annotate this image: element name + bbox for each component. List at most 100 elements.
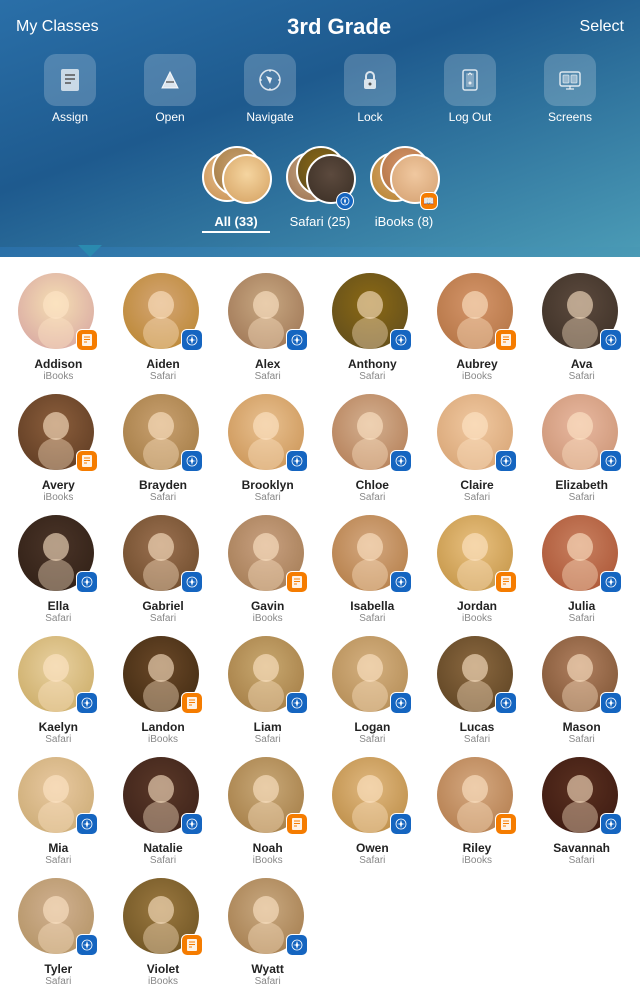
student-app-badge	[286, 329, 308, 351]
student-name: Ella	[48, 599, 69, 613]
student-app-badge	[600, 692, 622, 714]
student-item[interactable]: Julia Safari	[531, 515, 632, 624]
student-avatar-wrap	[228, 515, 308, 595]
student-item[interactable]: Mia Safari	[8, 757, 109, 866]
student-name: Anthony	[348, 357, 397, 371]
app-container: My Classes 3rd Grade Select Assign	[0, 0, 640, 995]
logout-label: Log Out	[449, 110, 492, 124]
student-item[interactable]: Savannah Safari	[531, 757, 632, 866]
student-name: Wyatt	[251, 962, 283, 976]
student-name: Violet	[147, 962, 179, 976]
student-app-badge	[181, 450, 203, 472]
student-app-label: iBooks	[462, 855, 492, 866]
lock-label: Lock	[357, 110, 382, 124]
student-avatar-wrap	[228, 757, 308, 837]
filter-all[interactable]: All (33)	[202, 142, 270, 233]
student-item[interactable]: Natalie Safari	[113, 757, 214, 866]
student-item[interactable]: Wyatt Safari	[217, 878, 318, 987]
student-item[interactable]: Violet iBooks	[113, 878, 214, 987]
toolbar-open[interactable]: Open	[140, 54, 200, 124]
student-avatar-wrap	[542, 515, 622, 595]
student-item[interactable]: Anthony Safari	[322, 273, 423, 382]
student-item[interactable]: Landon iBooks	[113, 636, 214, 745]
student-avatar-wrap	[542, 636, 622, 716]
my-classes-button[interactable]: My Classes	[16, 18, 99, 36]
student-app-label: Safari	[150, 492, 176, 503]
student-item[interactable]: Ava Safari	[531, 273, 632, 382]
student-item[interactable]: Chloe Safari	[322, 394, 423, 503]
student-avatar-wrap	[437, 394, 517, 474]
student-app-label: Safari	[569, 371, 595, 382]
student-app-badge	[390, 813, 412, 835]
student-avatar-wrap	[123, 394, 203, 474]
toolbar-lock[interactable]: Lock	[340, 54, 400, 124]
student-name: Addison	[34, 357, 82, 371]
student-name: Noah	[253, 841, 283, 855]
student-item[interactable]: Mason Safari	[531, 636, 632, 745]
header: My Classes 3rd Grade Select Assign	[0, 0, 640, 247]
student-app-label: Safari	[569, 734, 595, 745]
student-app-badge	[495, 692, 517, 714]
student-item[interactable]: Kaelyn Safari	[8, 636, 109, 745]
student-app-label: Safari	[150, 371, 176, 382]
student-item[interactable]: Owen Safari	[322, 757, 423, 866]
student-item[interactable]: Logan Safari	[322, 636, 423, 745]
student-app-label: Safari	[359, 734, 385, 745]
student-app-badge	[390, 692, 412, 714]
student-item[interactable]: Claire Safari	[427, 394, 528, 503]
student-item[interactable]: Ella Safari	[8, 515, 109, 624]
student-item[interactable]: Aubrey iBooks	[427, 273, 528, 382]
student-avatar-wrap	[18, 757, 98, 837]
student-app-badge	[600, 329, 622, 351]
student-item[interactable]: Noah iBooks	[217, 757, 318, 866]
student-avatar-wrap	[18, 636, 98, 716]
student-app-label: Safari	[359, 613, 385, 624]
student-name: Natalie	[143, 841, 182, 855]
student-item[interactable]: Elizabeth Safari	[531, 394, 632, 503]
filter-ibooks-label: iBooks (8)	[375, 214, 434, 229]
student-app-label: Safari	[569, 855, 595, 866]
student-app-label: Safari	[464, 734, 490, 745]
student-item[interactable]: Riley iBooks	[427, 757, 528, 866]
student-app-badge	[181, 692, 203, 714]
student-item[interactable]: Aiden Safari	[113, 273, 214, 382]
student-avatar-wrap	[542, 394, 622, 474]
student-avatar-wrap	[228, 636, 308, 716]
student-avatar-wrap	[542, 757, 622, 837]
filter-ibooks[interactable]: 📖 iBooks (8)	[370, 142, 438, 233]
student-item[interactable]: Addison iBooks	[8, 273, 109, 382]
student-app-badge	[76, 329, 98, 351]
student-item[interactable]: Liam Safari	[217, 636, 318, 745]
student-app-label: iBooks	[462, 371, 492, 382]
student-app-label: Safari	[150, 855, 176, 866]
filter-safari[interactable]: Safari (25)	[286, 142, 354, 233]
student-app-badge	[495, 571, 517, 593]
student-avatar-wrap	[437, 757, 517, 837]
toolbar-assign[interactable]: Assign	[40, 54, 100, 124]
toolbar-logout[interactable]: Log Out	[440, 54, 500, 124]
navigate-icon	[244, 54, 296, 106]
student-app-badge	[76, 571, 98, 593]
student-item[interactable]: Avery iBooks	[8, 394, 109, 503]
student-app-label: Safari	[569, 613, 595, 624]
student-item[interactable]: Tyler Safari	[8, 878, 109, 987]
toolbar-screens[interactable]: Screens	[540, 54, 600, 124]
student-item[interactable]: Gabriel Safari	[113, 515, 214, 624]
student-item[interactable]: Lucas Safari	[427, 636, 528, 745]
student-item[interactable]: Jordan iBooks	[427, 515, 528, 624]
student-item[interactable]: Brayden Safari	[113, 394, 214, 503]
student-item[interactable]: Brooklyn Safari	[217, 394, 318, 503]
student-app-badge	[390, 571, 412, 593]
student-app-label: Safari	[359, 855, 385, 866]
select-button[interactable]: Select	[580, 18, 624, 36]
student-app-label: iBooks	[148, 976, 178, 987]
student-item[interactable]: Gavin iBooks	[217, 515, 318, 624]
student-app-label: Safari	[255, 734, 281, 745]
student-item[interactable]: Alex Safari	[217, 273, 318, 382]
student-avatar-wrap	[332, 515, 412, 595]
toolbar-navigate[interactable]: Navigate	[240, 54, 300, 124]
student-item[interactable]: Isabella Safari	[322, 515, 423, 624]
student-app-badge	[76, 813, 98, 835]
filter-safari-label: Safari (25)	[290, 214, 351, 229]
student-app-label: Safari	[45, 855, 71, 866]
